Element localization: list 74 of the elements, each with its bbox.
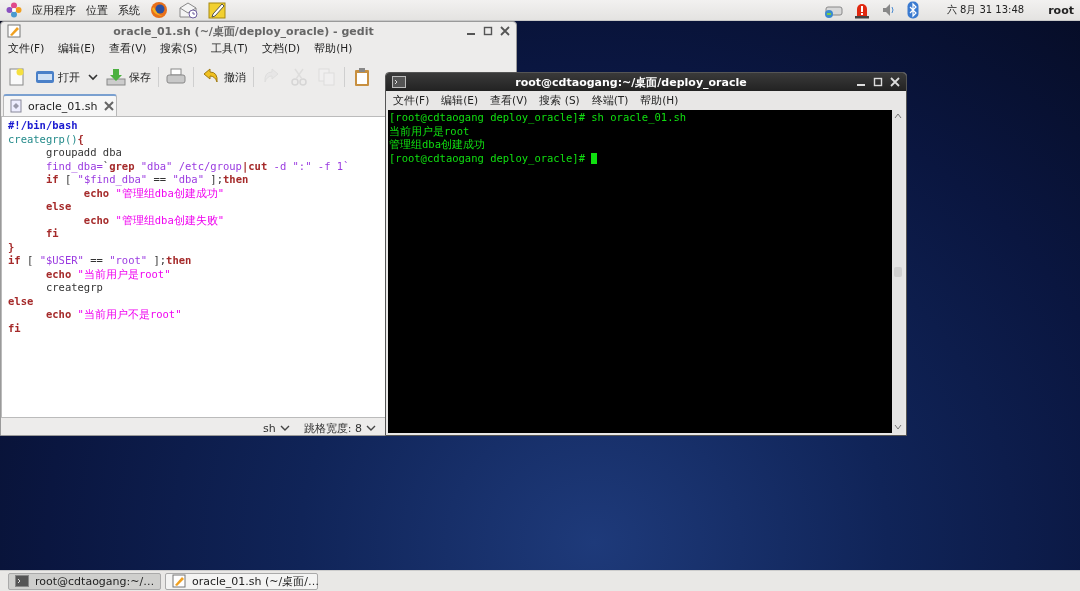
- open-button[interactable]: 打开: [33, 65, 82, 89]
- menu-item[interactable]: 终端(T): [591, 93, 629, 108]
- close-icon[interactable]: [103, 101, 114, 111]
- new-document-icon: [7, 67, 27, 87]
- menu-item[interactable]: 帮助(H): [314, 42, 353, 56]
- menu-item[interactable]: 查看(V): [109, 42, 147, 56]
- scroll-down-icon[interactable]: [893, 423, 903, 431]
- download-tray-icon: [106, 67, 126, 87]
- save-button[interactable]: 保存: [104, 65, 153, 89]
- clipboard-icon: [352, 67, 372, 87]
- code-line: fi: [44, 227, 60, 241]
- code-line: echo "当前用户不是root": [44, 308, 183, 322]
- bluetooth-icon[interactable]: [906, 1, 919, 19]
- menu-item[interactable]: 搜索(S): [160, 42, 198, 56]
- code-line: if [ "$find_dba" == "dba" ];then: [44, 173, 250, 187]
- code-line: echo "当前用户是root": [44, 267, 172, 281]
- code-line: else: [44, 200, 73, 214]
- undo-button[interactable]: 撤消: [199, 65, 248, 89]
- code-line: echo "管理组dba创建失败": [82, 213, 226, 227]
- notepad-pencil-icon[interactable]: [208, 1, 226, 19]
- code-line: groupadd dba: [44, 146, 123, 160]
- terminal-line: [root@cdtaogang deploy_oracle]#: [389, 151, 586, 165]
- code-line: #!/bin/bash: [8, 119, 79, 133]
- user-name[interactable]: root: [1048, 3, 1074, 17]
- browser-globe-icon[interactable]: [150, 1, 168, 19]
- menu-item[interactable]: 编辑(E): [58, 42, 96, 56]
- language-dropdown[interactable]: sh: [263, 421, 290, 435]
- clock[interactable]: 六 8月 31 13:48: [946, 3, 1025, 17]
- taskbar-button[interactable]: oracle_01.sh (~/桌面/…: [165, 572, 318, 590]
- code-line: }: [8, 240, 16, 254]
- menu-item[interactable]: 帮助(H): [640, 93, 679, 108]
- menu-item[interactable]: 工具(T): [211, 42, 248, 56]
- terminal-line: [root@cdtaogang deploy_oracle]# sh oracle_01.sh: [389, 111, 687, 125]
- notepad-pencil-icon: [7, 24, 21, 38]
- menu-item[interactable]: 文件(F): [393, 93, 430, 108]
- close-icon[interactable]: [500, 26, 510, 36]
- code-line: echo "管理组dba创建成功": [82, 186, 226, 200]
- terminal-line: 当前用户是root: [389, 124, 470, 138]
- taskbar-button[interactable]: root@cdtaogang:~/…: [8, 572, 161, 590]
- maximize-icon[interactable]: [483, 26, 493, 36]
- flower-icon[interactable]: [6, 2, 22, 18]
- code-line: fi: [8, 321, 22, 335]
- panel-menu[interactable]: 应用程序: [32, 2, 76, 18]
- code-line: creategrp: [44, 281, 104, 295]
- code-editor[interactable]: [1, 116, 386, 418]
- window-title: root@cdtaogang:~/桌面/deploy_oracle: [514, 74, 748, 90]
- menu-item[interactable]: 搜索 (S): [539, 93, 580, 108]
- code-line: find_dba=`grep "dba" /etc/group|cut -d ":" -f 1`: [44, 159, 351, 173]
- terminal-line: 管理组dba创建成功: [389, 138, 485, 152]
- terminal-icon: [392, 76, 406, 88]
- volume-icon[interactable]: [880, 2, 897, 18]
- tab-width-dropdown[interactable]: 跳格宽度: 8: [303, 420, 376, 436]
- caret-icon: [279, 424, 290, 432]
- file-icon: [10, 99, 22, 113]
- scrollbar[interactable]: [892, 110, 904, 433]
- menu-item[interactable]: 编辑(E): [441, 93, 479, 108]
- printer-icon: [166, 67, 186, 87]
- code-line: if [ "$USER" == "root" ];then: [8, 254, 193, 268]
- code-line: else: [8, 294, 35, 308]
- window-title: oracle_01.sh (~/桌面/deploy_oracle) - gedit: [112, 23, 375, 39]
- alert-siren-icon[interactable]: [852, 1, 871, 19]
- terminal-icon: [15, 574, 29, 588]
- menu-item[interactable]: 文档(D): [261, 42, 301, 56]
- caret-icon: [366, 424, 376, 432]
- document-tab[interactable]: oracle_01.sh: [3, 94, 117, 116]
- envelope-clock-icon[interactable]: [178, 1, 198, 19]
- notepad-pencil-icon: [172, 574, 186, 588]
- menu-item[interactable]: 查看(V): [490, 93, 528, 108]
- tab-label[interactable]: oracle_01.sh: [28, 99, 98, 113]
- panel-menu[interactable]: 位置: [86, 2, 108, 18]
- code-line: creategrp(){: [8, 132, 85, 146]
- scroll-up-icon[interactable]: [893, 112, 903, 120]
- menu-item[interactable]: 文件(F): [8, 42, 45, 56]
- panel-menu[interactable]: 系统: [118, 2, 140, 18]
